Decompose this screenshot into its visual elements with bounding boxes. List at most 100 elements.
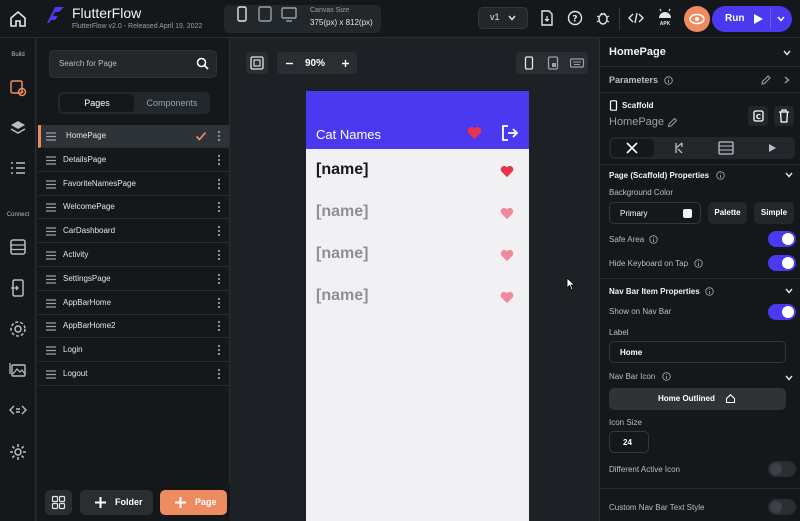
heart-icon[interactable] — [467, 126, 482, 140]
drag-handle-icon[interactable] — [46, 179, 56, 189]
page-list-item[interactable]: AppBarHome2 — [38, 315, 229, 339]
page-list-item[interactable]: CarDashboard — [38, 220, 229, 244]
page-list-item[interactable]: FavoriteNamesPage — [38, 173, 229, 196]
show-on-nav-bar-toggle[interactable] — [768, 304, 796, 320]
drag-handle-icon[interactable] — [46, 275, 56, 284]
layers-icon[interactable] — [8, 118, 28, 138]
settings-gear-icon[interactable] — [8, 319, 28, 339]
tab-backend-query-icon[interactable] — [717, 140, 735, 156]
search-icon[interactable] — [196, 57, 209, 70]
more-vert-icon[interactable] — [217, 154, 221, 166]
tab-animations-play-icon[interactable] — [766, 142, 778, 154]
simple-button[interactable]: Simple — [754, 202, 794, 224]
more-vert-icon[interactable] — [217, 368, 221, 380]
delete-icon[interactable] — [774, 106, 794, 126]
copy-widget-icon[interactable]: C — [748, 106, 768, 126]
drag-handle-icon[interactable] — [46, 298, 56, 308]
more-vert-icon[interactable] — [217, 178, 221, 190]
preview-button[interactable] — [684, 6, 710, 32]
safe-area-toggle[interactable] — [768, 231, 796, 247]
name-text[interactable]: [name] — [316, 287, 368, 305]
widget-tree-icon[interactable] — [8, 158, 28, 178]
info-icon[interactable] — [694, 259, 703, 268]
logout-icon[interactable] — [501, 124, 519, 142]
home-icon[interactable] — [8, 9, 28, 29]
widget-name[interactable]: HomePage — [609, 116, 664, 128]
page-list-item[interactable]: Login — [38, 339, 229, 363]
keyboard-preview-icon[interactable] — [569, 55, 585, 71]
drag-handle-icon[interactable] — [46, 132, 56, 141]
more-vert-icon[interactable] — [217, 320, 221, 332]
info-icon[interactable] — [705, 287, 714, 296]
drag-handle-icon[interactable] — [46, 227, 56, 236]
drag-handle-icon[interactable] — [46, 346, 56, 355]
tab-pages[interactable]: Pages — [60, 94, 134, 112]
export-code-icon[interactable] — [538, 9, 556, 27]
page-list-item[interactable]: Activity — [38, 244, 229, 267]
edit-pencil-icon[interactable] — [667, 117, 678, 128]
chevron-right-icon[interactable] — [782, 75, 792, 85]
page-list-item[interactable]: WelcomePage — [38, 196, 229, 220]
different-active-icon-toggle[interactable] — [768, 461, 796, 477]
favorite-heart-icon[interactable] — [500, 207, 514, 220]
more-vert-icon[interactable] — [217, 201, 221, 213]
phone-device-icon[interactable] — [233, 5, 251, 23]
page-list-item[interactable]: HomePage — [38, 125, 229, 148]
more-vert-icon[interactable] — [217, 297, 221, 309]
background-color-field[interactable]: Primary — [609, 202, 701, 224]
firestore-icon[interactable] — [8, 237, 28, 257]
more-vert-icon[interactable] — [217, 344, 221, 356]
name-text[interactable]: [name] — [316, 161, 368, 179]
page-list-item[interactable]: Logout — [38, 363, 229, 386]
desktop-device-icon[interactable] — [280, 5, 298, 23]
favorite-heart-icon[interactable] — [500, 291, 514, 304]
add-folder-button[interactable]: Folder — [80, 490, 153, 515]
code-icon[interactable] — [627, 9, 645, 27]
help-icon[interactable]: ? — [566, 9, 584, 27]
more-vert-icon[interactable] — [217, 249, 221, 261]
nav-bar-icon-picker[interactable]: Home Outlined — [609, 388, 786, 410]
icon-size-input[interactable]: 24 — [609, 431, 649, 453]
grid-view-button[interactable] — [45, 490, 72, 515]
android-apk-icon[interactable]: APK — [656, 7, 674, 29]
tab-actions-icon[interactable] — [671, 139, 687, 157]
bug-icon[interactable] — [594, 9, 612, 27]
tablet-device-icon[interactable] — [256, 5, 274, 23]
app-settings-icon[interactable] — [8, 442, 28, 462]
toggle-canvas-icon[interactable] — [246, 52, 268, 74]
zoom-out-icon[interactable] — [284, 58, 295, 69]
media-assets-icon[interactable] — [8, 360, 28, 380]
info-icon[interactable] — [649, 235, 658, 244]
page-list-item[interactable]: AppBarHome — [38, 292, 229, 315]
info-icon[interactable] — [662, 372, 671, 381]
more-vert-icon[interactable] — [217, 273, 221, 285]
name-text[interactable]: [name] — [316, 203, 368, 221]
more-vert-icon[interactable] — [217, 225, 221, 237]
page-list-item[interactable]: SettingsPage — [38, 268, 229, 291]
more-vert-icon[interactable] — [217, 130, 221, 142]
page-selector-icon[interactable] — [8, 78, 28, 98]
tab-properties[interactable] — [611, 139, 654, 157]
chevron-down-icon[interactable] — [784, 373, 794, 383]
phone-preview-icon[interactable] — [521, 55, 537, 71]
add-page-button[interactable]: Page — [160, 490, 227, 515]
chevron-down-icon[interactable] — [782, 48, 792, 58]
nav-label-input[interactable]: Home — [609, 341, 786, 363]
drag-handle-icon[interactable] — [46, 322, 56, 332]
drag-handle-icon[interactable] — [46, 156, 56, 165]
chevron-down-icon[interactable] — [784, 286, 794, 296]
favorite-heart-icon[interactable] — [500, 249, 514, 262]
drag-handle-icon[interactable] — [46, 370, 56, 379]
api-calls-icon[interactable] — [8, 278, 28, 298]
page-list-item[interactable]: DetailsPage — [38, 149, 229, 172]
chevron-down-icon[interactable] — [784, 170, 794, 180]
drag-handle-icon[interactable] — [46, 203, 56, 213]
name-text[interactable]: [name] — [316, 245, 368, 263]
app-bar-title[interactable]: Cat Names — [316, 127, 381, 142]
custom-nav-text-style-toggle[interactable] — [768, 499, 796, 515]
custom-code-icon[interactable] — [8, 400, 28, 420]
info-icon[interactable] — [716, 171, 725, 180]
version-select[interactable] — [478, 7, 528, 29]
edit-pencil-icon[interactable] — [760, 74, 772, 86]
palette-button[interactable]: Palette — [708, 202, 747, 224]
